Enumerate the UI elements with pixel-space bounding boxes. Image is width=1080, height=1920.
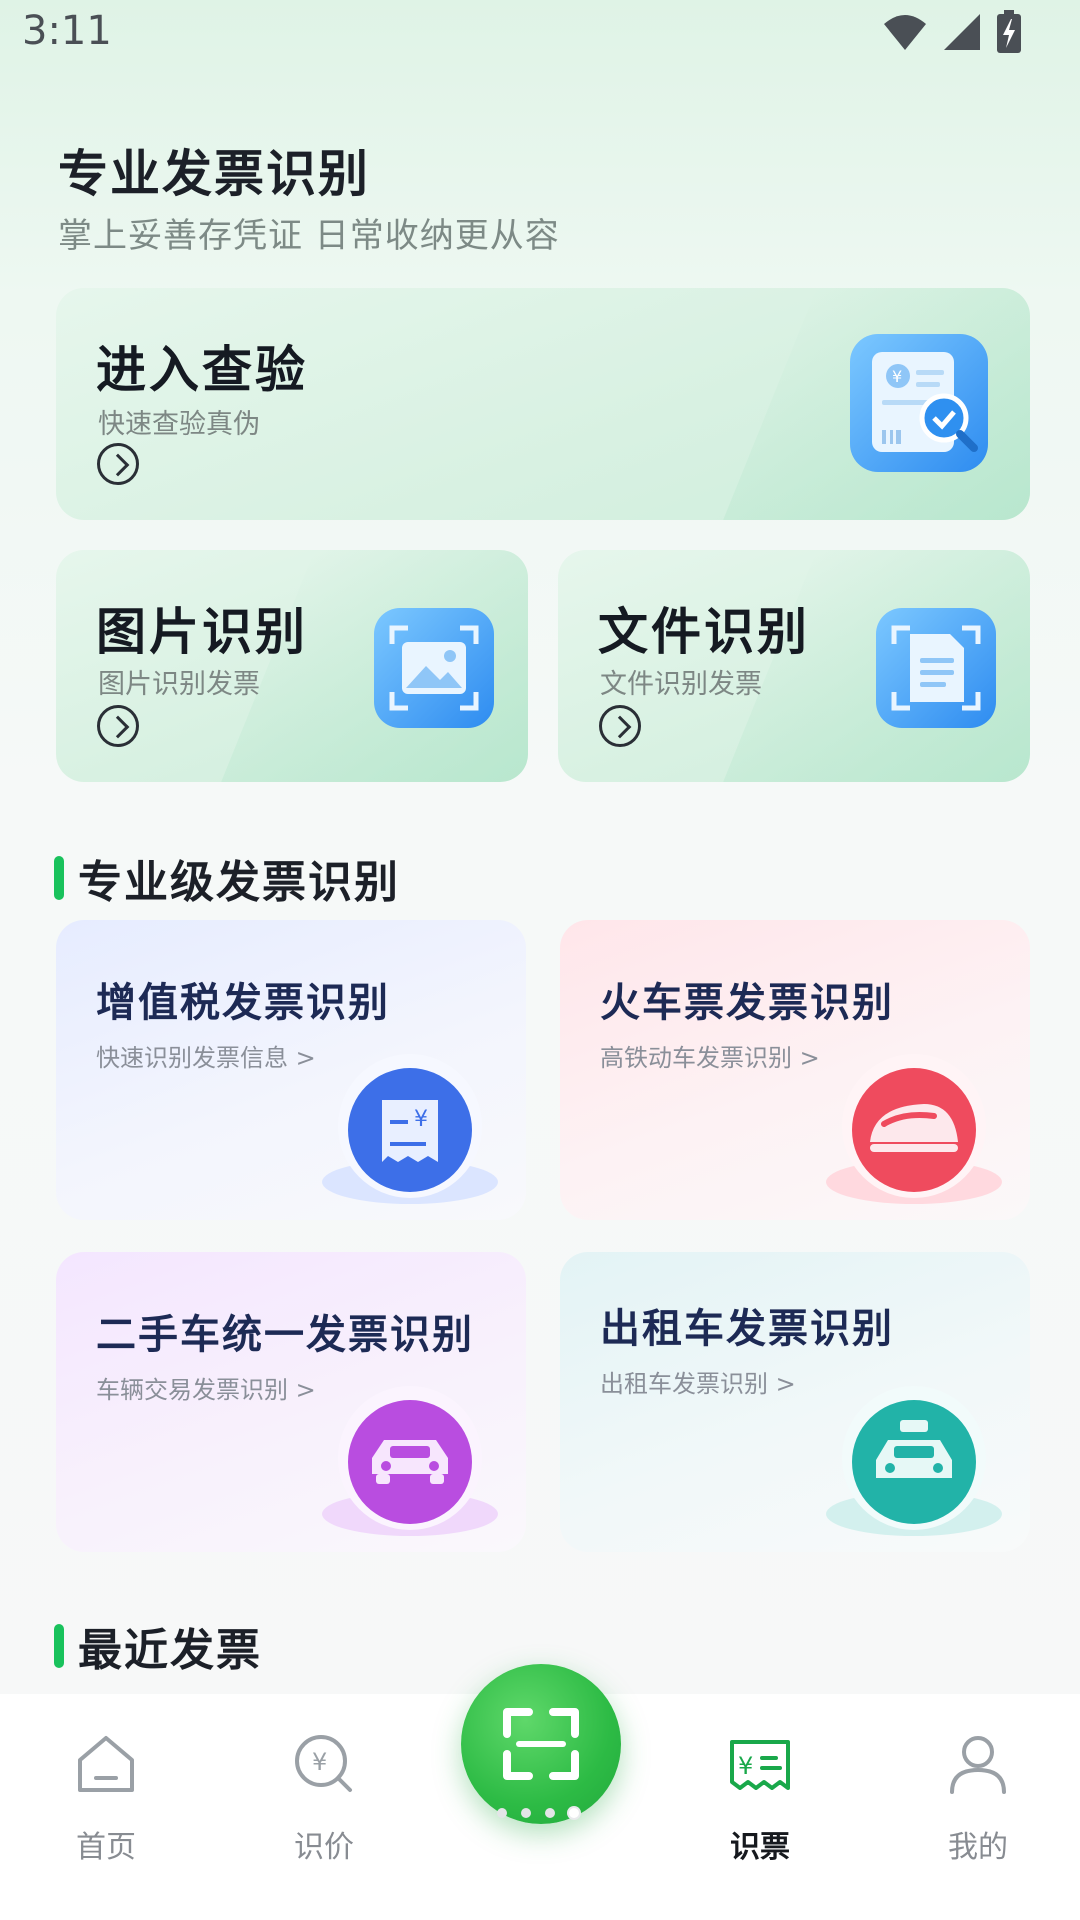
train-ticket-tile[interactable]: 火车票发票识别 高铁动车发票识别 > bbox=[560, 920, 1030, 1220]
svg-text:¥: ¥ bbox=[738, 1752, 753, 1780]
status-icons bbox=[882, 10, 1022, 54]
taxi-icon bbox=[826, 1386, 1002, 1536]
taxi-invoice-tile[interactable]: 出租车发票识别 出租车发票识别 > bbox=[560, 1252, 1030, 1552]
page-subtitle: 掌上妥善存凭证 日常收纳更从容 bbox=[58, 216, 560, 256]
image-card-title: 图片识别 bbox=[96, 603, 308, 661]
svg-text:¥: ¥ bbox=[312, 1748, 327, 1776]
ticket-icon: ¥ bbox=[730, 1740, 790, 1790]
section-title-pro: 专业级发票识别 bbox=[78, 857, 400, 908]
wifi-icon bbox=[884, 15, 926, 50]
taxi-invoice-subtitle: 出租车发票识别 > bbox=[600, 1370, 796, 1398]
price-search-icon: ¥ bbox=[295, 1735, 352, 1792]
file-card-title: 文件识别 bbox=[598, 603, 810, 661]
car-icon bbox=[322, 1386, 498, 1536]
verify-card[interactable]: 进入查验 快速查验真伪 ¥ bbox=[56, 288, 1030, 520]
arrow-right-circle-icon bbox=[97, 443, 139, 485]
file-recognition-card[interactable]: 文件识别 文件识别发票 bbox=[558, 550, 1030, 782]
train-ticket-subtitle: 高铁动车发票识别 > bbox=[600, 1044, 820, 1072]
used-car-invoice-subtitle: 车辆交易发票识别 > bbox=[96, 1376, 316, 1404]
verify-card-subtitle: 快速查验真伪 bbox=[98, 409, 260, 440]
file-card-subtitle: 文件识别发票 bbox=[600, 669, 762, 700]
page-title: 专业发票识别 bbox=[58, 145, 370, 203]
scan-button[interactable] bbox=[461, 1664, 621, 1824]
nav-item-profile[interactable]: 我的 bbox=[908, 1732, 1048, 1866]
arrow-right-circle-icon bbox=[599, 705, 641, 747]
used-car-invoice-tile[interactable]: 二手车统一发票识别 车辆交易发票识别 > bbox=[56, 1252, 526, 1552]
page-dot bbox=[521, 1808, 531, 1818]
invoice-verify-icon: ¥ bbox=[850, 334, 988, 472]
status-bar: 3:11 bbox=[0, 0, 1080, 64]
nav-item-price[interactable]: ¥ 识价 bbox=[254, 1732, 394, 1866]
nav-label-profile: 我的 bbox=[948, 1830, 1008, 1865]
page-dot bbox=[497, 1808, 507, 1818]
signal-icon bbox=[944, 14, 980, 50]
vat-invoice-subtitle: 快速识别发票信息 > bbox=[96, 1044, 316, 1072]
image-scan-icon bbox=[374, 608, 494, 728]
train-ticket-title: 火车票发票识别 bbox=[600, 980, 894, 1026]
nav-label-price: 识价 bbox=[294, 1830, 354, 1865]
user-icon bbox=[950, 1736, 1006, 1794]
battery-icon bbox=[997, 10, 1021, 53]
section-accent-bar bbox=[54, 1624, 64, 1668]
page-dot-active bbox=[569, 1808, 579, 1818]
home-icon bbox=[78, 1736, 134, 1792]
bullet-train-icon bbox=[826, 1054, 1002, 1204]
section-header-pro: 专业级发票识别 bbox=[54, 846, 400, 910]
document-scan-icon bbox=[876, 608, 996, 728]
nav-item-home[interactable]: 首页 bbox=[36, 1732, 176, 1866]
image-card-subtitle: 图片识别发票 bbox=[98, 669, 260, 700]
vat-invoice-tile[interactable]: 增值税发票识别 快速识别发票信息 > ¥ bbox=[56, 920, 526, 1220]
status-time: 3:11 bbox=[22, 8, 112, 54]
svg-text:¥: ¥ bbox=[414, 1107, 428, 1132]
nav-item-ticket[interactable]: ¥ 识票 bbox=[690, 1732, 830, 1866]
scan-icon bbox=[503, 1708, 579, 1780]
used-car-invoice-title: 二手车统一发票识别 bbox=[96, 1312, 474, 1358]
page-indicator bbox=[497, 1808, 579, 1818]
svg-text:¥: ¥ bbox=[892, 367, 902, 386]
section-title-recent: 最近发票 bbox=[78, 1625, 262, 1676]
taxi-invoice-title: 出租车发票识别 bbox=[600, 1306, 894, 1352]
section-header-recent: 最近发票 bbox=[54, 1614, 262, 1678]
arrow-right-circle-icon bbox=[97, 705, 139, 747]
image-recognition-card[interactable]: 图片识别 图片识别发票 bbox=[56, 550, 528, 782]
verify-card-title: 进入查验 bbox=[96, 341, 308, 399]
tax-receipt-icon: ¥ bbox=[322, 1054, 498, 1204]
section-accent-bar bbox=[54, 856, 64, 900]
nav-label-ticket: 识票 bbox=[730, 1830, 790, 1865]
nav-label-home: 首页 bbox=[76, 1830, 136, 1865]
page-dot bbox=[545, 1808, 555, 1818]
vat-invoice-title: 增值税发票识别 bbox=[96, 980, 390, 1026]
